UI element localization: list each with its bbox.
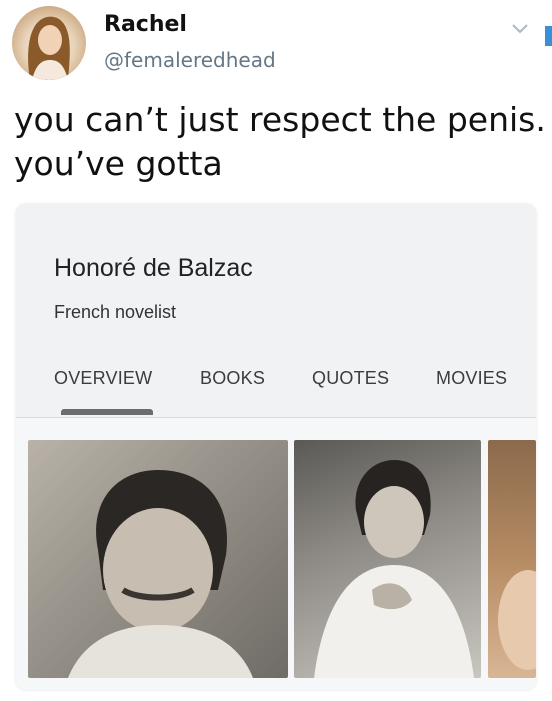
- entity-name[interactable]: Honoré de Balzac: [54, 254, 253, 283]
- knowledge-panel-header: Honoré de Balzac French novelist OVERVIE…: [16, 204, 536, 418]
- tab-bar: OVERVIEW BOOKS QUOTES MOVIES: [16, 364, 536, 404]
- tab-selected-indicator: [61, 409, 153, 415]
- tab-books[interactable]: BOOKS: [200, 368, 265, 389]
- chevron-down-icon[interactable]: [510, 22, 530, 36]
- display-name[interactable]: Rachel: [104, 12, 187, 37]
- tweet-header: Rachel @femaleredhead: [0, 0, 552, 90]
- tweet-text: you can’t just respect the penis. you’ve…: [14, 98, 546, 186]
- tab-overview[interactable]: OVERVIEW: [54, 368, 152, 389]
- edge-bar: [545, 26, 552, 46]
- portrait-image-1[interactable]: [28, 440, 288, 678]
- tab-movies[interactable]: MOVIES: [436, 368, 507, 389]
- entity-description: French novelist: [54, 302, 177, 322]
- avatar[interactable]: [12, 6, 86, 80]
- tweet-text-line-1: you can’t just respect the penis.: [14, 100, 546, 139]
- tab-quotes[interactable]: QUOTES: [312, 368, 389, 389]
- portrait-image-2[interactable]: [294, 440, 481, 678]
- search-result-card: Honoré de Balzac French novelist OVERVIE…: [16, 204, 536, 690]
- user-handle[interactable]: @femaleredhead: [104, 48, 276, 72]
- portrait-image-3[interactable]: [488, 440, 536, 678]
- image-carousel[interactable]: [16, 418, 536, 690]
- tweet-text-line-2: you’ve gotta: [14, 144, 223, 183]
